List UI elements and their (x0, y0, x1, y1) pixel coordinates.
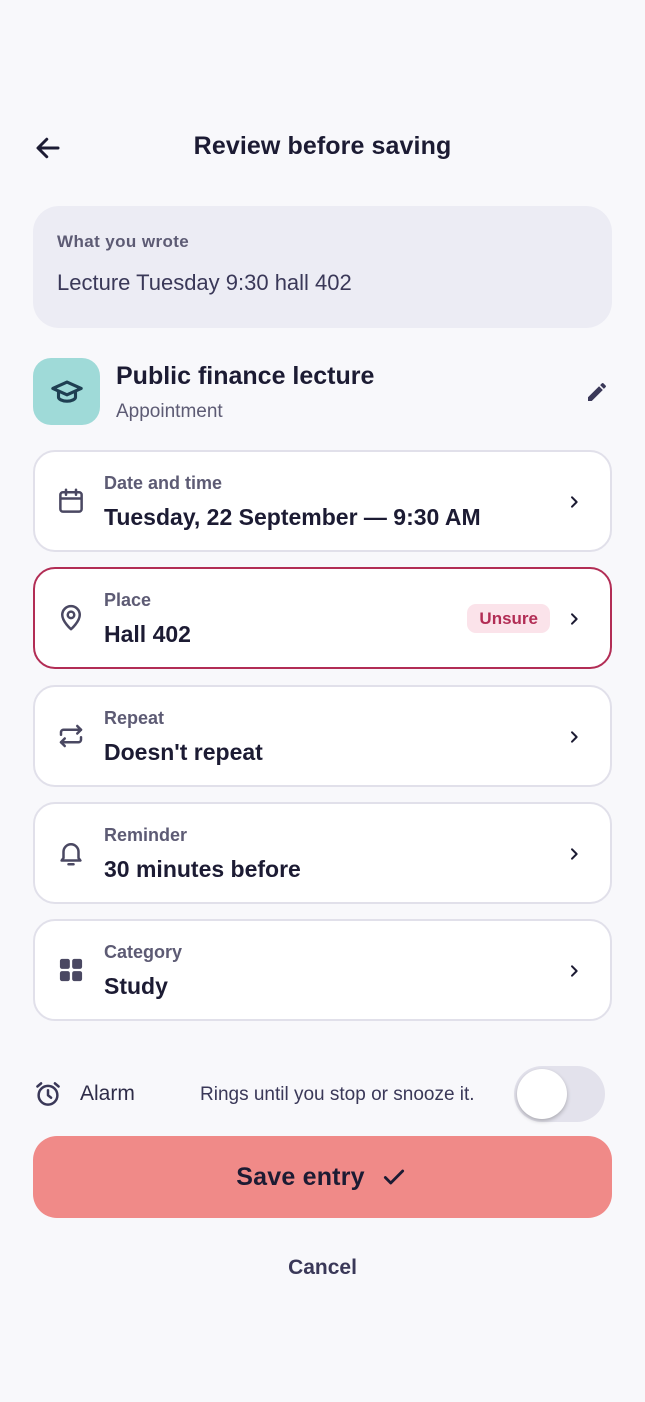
original-input-card: What you wrote Lecture Tuesday 9:30 hall… (33, 206, 612, 328)
repeat-label: Repeat (104, 708, 165, 728)
reminder-value: 30 minutes before (104, 856, 301, 882)
repeat-icon (59, 724, 83, 748)
chevron-right-icon (571, 848, 578, 860)
reminder-row[interactable]: Reminder 30 minutes before (33, 802, 612, 904)
alarm-row: Alarm Rings until you stop or snooze it. (33, 1065, 612, 1123)
page-title: Review before saving (193, 132, 452, 160)
grid-icon (59, 958, 83, 982)
pencil-icon (588, 382, 607, 401)
place-row[interactable]: Place Hall 402 Unsure (33, 567, 612, 669)
original-input-text: Lecture Tuesday 9:30 hall 402 (57, 270, 352, 295)
unsure-badge: Unsure (467, 604, 550, 633)
date-time-value: Tuesday, 22 September — 9:30 AM (104, 504, 481, 530)
alarm-description: Rings until you stop or snooze it. (200, 1084, 475, 1105)
entry-title: Public finance lecture (116, 362, 375, 390)
header: Review before saving (0, 118, 645, 178)
cancel-button[interactable]: Cancel (0, 1256, 645, 1280)
entry-type-badge (33, 358, 100, 425)
edit-button[interactable] (582, 377, 612, 407)
category-row[interactable]: Category Study (33, 919, 612, 1021)
alarm-clock-icon (36, 1082, 60, 1106)
repeat-row[interactable]: Repeat Doesn't repeat (33, 685, 612, 787)
review-screen: Review before saving What you wrote Lect… (0, 0, 645, 1402)
chevron-right-icon (571, 965, 578, 977)
place-label: Place (104, 590, 152, 610)
checkmark-icon (383, 1169, 404, 1185)
category-label: Category (104, 942, 183, 962)
place-value: Hall 402 (104, 621, 191, 647)
date-time-row[interactable]: Date and time Tuesday, 22 September — 9:… (33, 450, 612, 552)
calendar-icon (59, 488, 83, 513)
chevron-right-icon (571, 613, 578, 625)
entry-summary: Public finance lecture Appointment (33, 358, 612, 426)
date-time-label: Date and time (104, 473, 223, 493)
reminder-label: Reminder (104, 825, 188, 845)
location-pin-icon (61, 604, 81, 631)
save-entry-button[interactable]: Save entry (33, 1136, 612, 1218)
toggle-knob (517, 1069, 567, 1119)
repeat-value: Doesn't repeat (104, 739, 263, 765)
alarm-toggle[interactable] (514, 1066, 605, 1122)
original-input-label: What you wrote (57, 232, 190, 251)
category-value: Study (104, 973, 168, 999)
alarm-label: Alarm (80, 1082, 135, 1105)
chevron-right-icon (571, 731, 578, 743)
bell-icon (60, 843, 82, 866)
graduation-cap-icon (50, 380, 83, 403)
entry-type: Appointment (116, 401, 223, 422)
chevron-right-icon (571, 496, 578, 508)
save-entry-label: Save entry (236, 1162, 365, 1191)
